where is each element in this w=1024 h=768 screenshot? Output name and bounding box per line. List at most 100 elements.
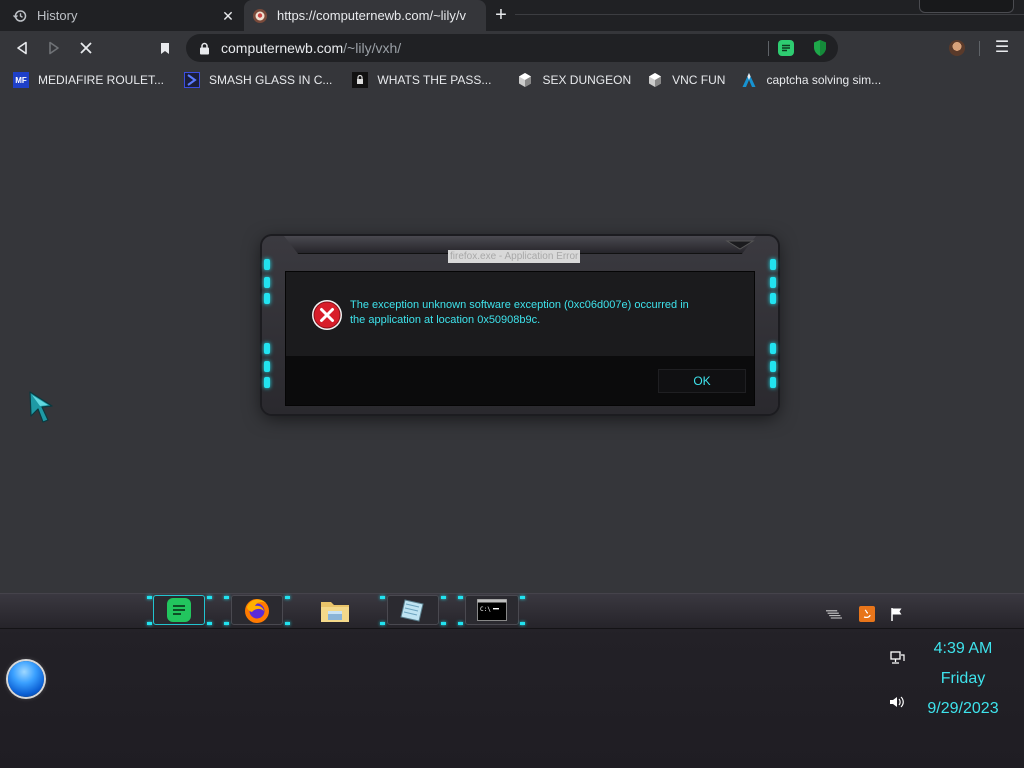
glow-accent xyxy=(770,343,776,354)
clock-day: Friday xyxy=(940,670,986,687)
forward-button[interactable] xyxy=(43,37,65,59)
bookmark-button[interactable] xyxy=(154,37,176,59)
taskbar-app-firefox[interactable] xyxy=(231,595,283,625)
close-tab-icon[interactable]: ✕ xyxy=(220,8,236,24)
shield-extension-icon[interactable] xyxy=(810,38,830,58)
window-frame-ornament xyxy=(919,0,1014,13)
taskbar-indicator xyxy=(520,622,525,625)
taskbar-indicator xyxy=(458,622,463,625)
firefox-icon xyxy=(245,599,269,623)
ok-button[interactable]: OK xyxy=(658,369,746,393)
tab-active-page[interactable]: https://computernewb.com/~lily/v xyxy=(244,0,486,31)
dialog-title: firefox.exe - Application Error xyxy=(448,250,581,263)
bookmark-item[interactable]: SEX DUNGEON xyxy=(511,67,637,93)
close-icon xyxy=(80,42,92,54)
history-icon xyxy=(12,8,28,24)
glow-accent xyxy=(264,343,270,354)
bookmark-item[interactable]: MF MEDIAFIRE ROULET... xyxy=(7,67,170,93)
error-message-line: the application at location 0x50908b9c. xyxy=(350,314,541,326)
chevron-logo-icon xyxy=(184,72,201,88)
lock-badge-icon xyxy=(352,72,369,88)
bookmark-label: MEDIAFIRE ROULET... xyxy=(38,73,165,87)
glow-accent xyxy=(770,377,776,388)
url-path: /~lily/vxh/ xyxy=(343,40,402,56)
url-text[interactable]: computernewb.com/~lily/vxh/ xyxy=(221,40,401,56)
chat-app-icon xyxy=(167,598,191,622)
divider xyxy=(768,41,769,56)
forward-arrow-icon xyxy=(49,41,59,55)
taskbar-indicator xyxy=(147,622,152,625)
taskbar-indicator xyxy=(285,622,290,625)
divider xyxy=(515,14,1024,15)
taskbar-app-notepad[interactable] xyxy=(387,595,439,625)
bookmark-item[interactable]: WHATS THE PASS... xyxy=(346,67,497,93)
new-tab-button[interactable]: + xyxy=(489,4,513,26)
dialog-message-area: The exception unknown software exception… xyxy=(286,272,754,356)
mouse-cursor-icon xyxy=(29,391,53,423)
stop-button[interactable] xyxy=(75,37,97,59)
taskbar-indicator xyxy=(441,622,446,625)
bookmark-item[interactable]: SMASH GLASS IN C... xyxy=(178,67,338,93)
address-bar[interactable]: computernewb.com/~lily/vxh/ xyxy=(186,34,838,62)
site-favicon-icon xyxy=(252,8,268,24)
bookmarks-bar: MF MEDIAFIRE ROULET... SMASH GLASS IN C.… xyxy=(0,65,1024,95)
bookmark-label: captcha solving sim... xyxy=(766,73,882,87)
glow-accent xyxy=(770,277,776,288)
bookmark-label: SMASH GLASS IN C... xyxy=(209,73,333,87)
tab-strip: History ✕ https://computernewb.com/~lily… xyxy=(0,0,1024,31)
chat-extension-icon[interactable] xyxy=(776,38,796,58)
bookmark-item[interactable]: VNC FUN xyxy=(641,67,731,93)
bookmark-label: SEX DUNGEON xyxy=(542,73,632,87)
error-icon xyxy=(312,300,342,330)
glow-accent xyxy=(264,259,270,270)
vm-icon xyxy=(517,72,533,88)
taskbar-indicator xyxy=(380,622,385,625)
taskbar-indicator xyxy=(147,596,152,599)
bookmark-label: WHATS THE PASS... xyxy=(377,73,492,87)
avatar[interactable] xyxy=(949,40,965,56)
notepad-icon xyxy=(400,599,424,622)
bookmark-item[interactable]: captcha solving sim... xyxy=(735,67,887,93)
system-clock[interactable]: 4:39 AM Friday 9/29/2023 xyxy=(900,640,1024,730)
taskbar-indicator xyxy=(520,596,525,599)
command-prompt-icon: C:\ xyxy=(477,599,507,621)
taskbar-indicator xyxy=(285,596,290,599)
application-error-dialog: firefox.exe - Application Error The exce… xyxy=(262,236,778,414)
taskbar-indicator xyxy=(207,622,212,625)
lock-icon xyxy=(196,40,212,56)
vm-icon xyxy=(647,72,663,88)
tab-title: https://computernewb.com/~lily/v xyxy=(277,8,466,23)
taskbar-app-chat[interactable] xyxy=(153,595,205,625)
back-arrow-icon xyxy=(17,41,27,55)
action-center-flag-icon[interactable] xyxy=(889,606,905,622)
glow-accent xyxy=(264,293,270,304)
dialog-close-icon[interactable] xyxy=(725,239,755,251)
start-button[interactable] xyxy=(8,661,44,697)
taskbar-indicator xyxy=(458,596,463,599)
taskbar-app-cmd[interactable]: C:\ xyxy=(465,595,519,625)
taskbar-app-explorer[interactable] xyxy=(309,595,361,625)
glow-accent xyxy=(264,361,270,372)
glow-accent xyxy=(770,293,776,304)
error-message: The exception unknown software exception… xyxy=(350,298,740,328)
glow-accent xyxy=(770,259,776,270)
tab-history[interactable]: History ✕ xyxy=(0,0,244,31)
menu-button[interactable]: ☰ xyxy=(993,38,1011,58)
taskbar-indicator xyxy=(441,596,446,599)
error-message-line: The exception unknown software exception… xyxy=(350,299,689,311)
back-button[interactable] xyxy=(11,37,33,59)
taskbar-indicator xyxy=(224,596,229,599)
clock-time: 4:39 AM xyxy=(933,640,993,657)
show-hidden-icons-icon[interactable] xyxy=(826,606,842,622)
glow-accent xyxy=(264,377,270,388)
browser-toolbar: computernewb.com/~lily/vxh/ ☰ xyxy=(0,31,1024,65)
url-host: computernewb.com xyxy=(221,40,344,56)
mediafire-icon: MF xyxy=(13,72,29,88)
taskbar-indicator xyxy=(224,622,229,625)
glow-accent xyxy=(264,277,270,288)
taskbar-indicator xyxy=(380,596,385,599)
java-tray-icon[interactable] xyxy=(859,606,875,622)
bookmark-label: VNC FUN xyxy=(672,73,726,87)
divider xyxy=(979,41,980,56)
taskbar-indicator xyxy=(207,596,212,599)
